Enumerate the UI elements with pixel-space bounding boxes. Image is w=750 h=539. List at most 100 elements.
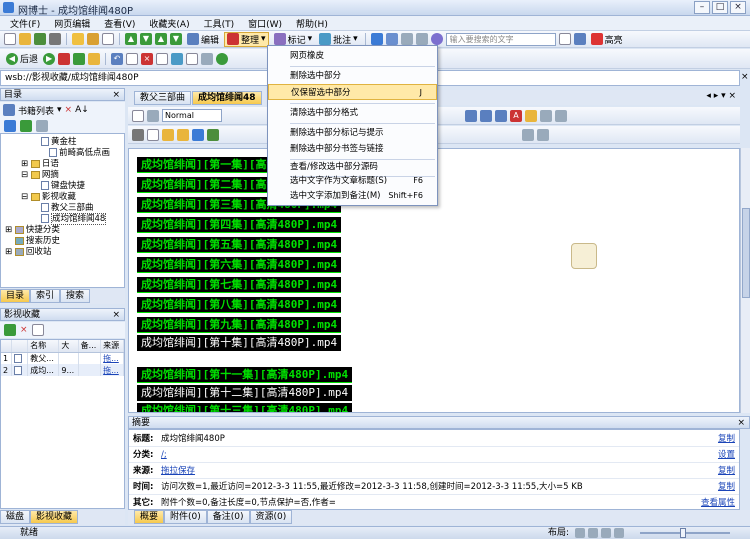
add-item-icon[interactable] (4, 324, 16, 336)
menu-help[interactable]: 帮助(H) (296, 17, 328, 30)
annotate-button[interactable]: 批注 ▾ (317, 33, 360, 46)
menu-item-web-eraser[interactable]: 网页橡皮 (268, 48, 437, 64)
forward-icon[interactable]: ▶ (43, 52, 56, 65)
print-icon[interactable] (49, 33, 61, 45)
view-properties-link[interactable]: 查看属性 (701, 495, 735, 511)
tab-resources[interactable]: 资源(0) (249, 510, 293, 524)
menu-item-delete-marks[interactable]: 删除选中部分标记与提示 (268, 125, 437, 141)
organize-button[interactable]: 整理 ▾ (224, 31, 269, 47)
editor-line[interactable]: 成均馆绯闻][第十一集][高清480P].mp4 (137, 367, 353, 383)
font-color-icon[interactable]: A (510, 109, 522, 122)
panel2-icon[interactable] (415, 33, 428, 45)
open-folder-icon[interactable] (19, 33, 31, 45)
border-icon[interactable] (522, 128, 534, 141)
search-input[interactable]: 输入要搜索的文字 (445, 32, 556, 46)
menu-item-delete-bookmarks[interactable]: 删除选中部分书签与链接 (268, 141, 437, 157)
copy-icon[interactable] (126, 52, 139, 65)
tree-item[interactable]: 前畸高低点画 (1, 148, 124, 159)
tab-notes[interactable]: 备注(0) (206, 510, 250, 524)
tab-index[interactable]: 索引 (30, 289, 61, 303)
paste2-icon[interactable] (162, 128, 174, 141)
delete-icon[interactable]: × (141, 52, 154, 65)
menu-web-edit[interactable]: 网页编辑 (54, 17, 90, 30)
image-icon[interactable] (207, 128, 219, 141)
style-select[interactable]: Normal (162, 109, 222, 122)
tab-catalog[interactable]: 目录 (0, 289, 31, 303)
move-down-icon[interactable]: ▼ (140, 33, 152, 45)
editor-line[interactable]: 成均馆绯闻][第八集][高清480P].mp4 (137, 297, 342, 313)
network-icon[interactable] (216, 52, 229, 65)
tools-icon[interactable] (186, 52, 199, 65)
refresh-icon[interactable] (73, 52, 86, 65)
tree-item[interactable]: 键盘快捷 (1, 181, 124, 192)
copy-link[interactable]: 复制 (718, 479, 735, 495)
tab-search[interactable]: 搜索 (60, 289, 91, 303)
menu-item-set-title[interactable]: 选中文字作为文章标题(S) F6 (268, 173, 437, 189)
layout4-icon[interactable] (614, 528, 624, 538)
tree-item[interactable]: ⊟ 影视收藏 (1, 192, 124, 203)
move-up-icon[interactable]: ▲ (125, 33, 137, 45)
highlight-color-icon[interactable] (525, 109, 537, 122)
format-page-icon[interactable] (132, 109, 144, 122)
doc-tab-godfather[interactable]: 教父三部曲 (134, 91, 192, 105)
favorite-icon[interactable] (72, 33, 84, 45)
indent-icon[interactable] (495, 109, 507, 122)
globe-icon[interactable] (430, 33, 443, 45)
tree-item[interactable]: 黄金柱 (1, 137, 124, 148)
doc-tab-sungkyunkwan[interactable]: 成均馆绯闻48 (192, 91, 262, 105)
close-button[interactable]: × (730, 1, 746, 14)
cut-icon[interactable] (132, 128, 144, 141)
menu-item-keep-selection[interactable]: 仅保留选中部分 J (268, 84, 437, 100)
menu-window[interactable]: 窗口(W) (248, 17, 282, 30)
col-header-source[interactable]: 来源 (100, 340, 124, 353)
link-icon[interactable] (192, 128, 204, 141)
menu-favorites[interactable]: 收藏夹(A) (149, 17, 189, 30)
tab-overview[interactable]: 概要 (134, 510, 165, 524)
import-icon[interactable] (34, 33, 46, 45)
dropdown-arrow-icon[interactable]: ▾ (57, 105, 62, 115)
col-header-size[interactable]: 大 (58, 340, 79, 353)
menu-view[interactable]: 查看(V) (104, 17, 135, 30)
zoom-icon[interactable] (201, 52, 214, 65)
grid-icon[interactable] (537, 128, 549, 141)
menu-tools[interactable]: 工具(T) (204, 17, 235, 30)
tree-refresh-icon[interactable] (20, 119, 32, 132)
mark-button[interactable]: 标记 ▾ (272, 33, 315, 46)
copy-link[interactable]: 复制 (718, 431, 735, 447)
maximize-button[interactable]: □ (712, 1, 728, 14)
editor-line[interactable]: 成均馆绯闻][第十集][高清480P].mp4 (137, 335, 342, 351)
copy-link[interactable]: 复制 (718, 463, 735, 479)
align-icon[interactable] (465, 109, 477, 122)
remove-item-icon[interactable]: × (20, 325, 28, 335)
menu-item-clear-format[interactable]: 清除选中部分格式 (268, 105, 437, 121)
editor-line[interactable]: 成均馆绯闻][第四集][高清480P].mp4 (137, 217, 342, 233)
new-doc-icon[interactable] (4, 33, 16, 45)
move-bottom-icon[interactable]: ▼ (170, 33, 182, 45)
sort-icon[interactable]: A↓ (75, 105, 89, 115)
tree-item-selected[interactable]: 成均馆绯闻48 (1, 213, 124, 225)
view-icon[interactable] (171, 52, 184, 65)
delete-node-icon[interactable]: × (65, 105, 73, 115)
tab-attachments[interactable]: 附件(0) (164, 510, 207, 524)
tree-item[interactable]: ⊞ 日语 (1, 159, 124, 170)
edit-button[interactable]: 编辑 (185, 33, 221, 46)
paste-special-icon[interactable] (177, 128, 189, 141)
collect-icon[interactable] (87, 33, 99, 45)
minimize-button[interactable]: – (694, 1, 710, 14)
tab-video-favorites[interactable]: 影视收藏 (30, 510, 79, 524)
menu-item-delete-selection[interactable]: 删除选中部分 (268, 68, 437, 84)
search-options-icon[interactable] (558, 33, 571, 45)
summary-close-icon[interactable]: × (737, 417, 745, 429)
paste-icon[interactable] (156, 52, 169, 65)
editor-scrollbar[interactable] (740, 148, 750, 413)
layout3-icon[interactable] (601, 528, 611, 538)
col-header-note[interactable]: 备... (78, 340, 102, 353)
locate-icon[interactable] (4, 119, 16, 132)
table-row[interactable]: 1 教父... 拖... (1, 352, 124, 364)
col-header[interactable] (1, 340, 12, 353)
page-icon[interactable] (102, 33, 114, 45)
editor-line[interactable]: 成均馆绯闻][第十二集][高清480P].mp4 (137, 385, 353, 401)
stop-icon[interactable] (58, 52, 71, 65)
search-go-icon[interactable] (573, 33, 586, 45)
layout1-icon[interactable] (575, 528, 585, 538)
